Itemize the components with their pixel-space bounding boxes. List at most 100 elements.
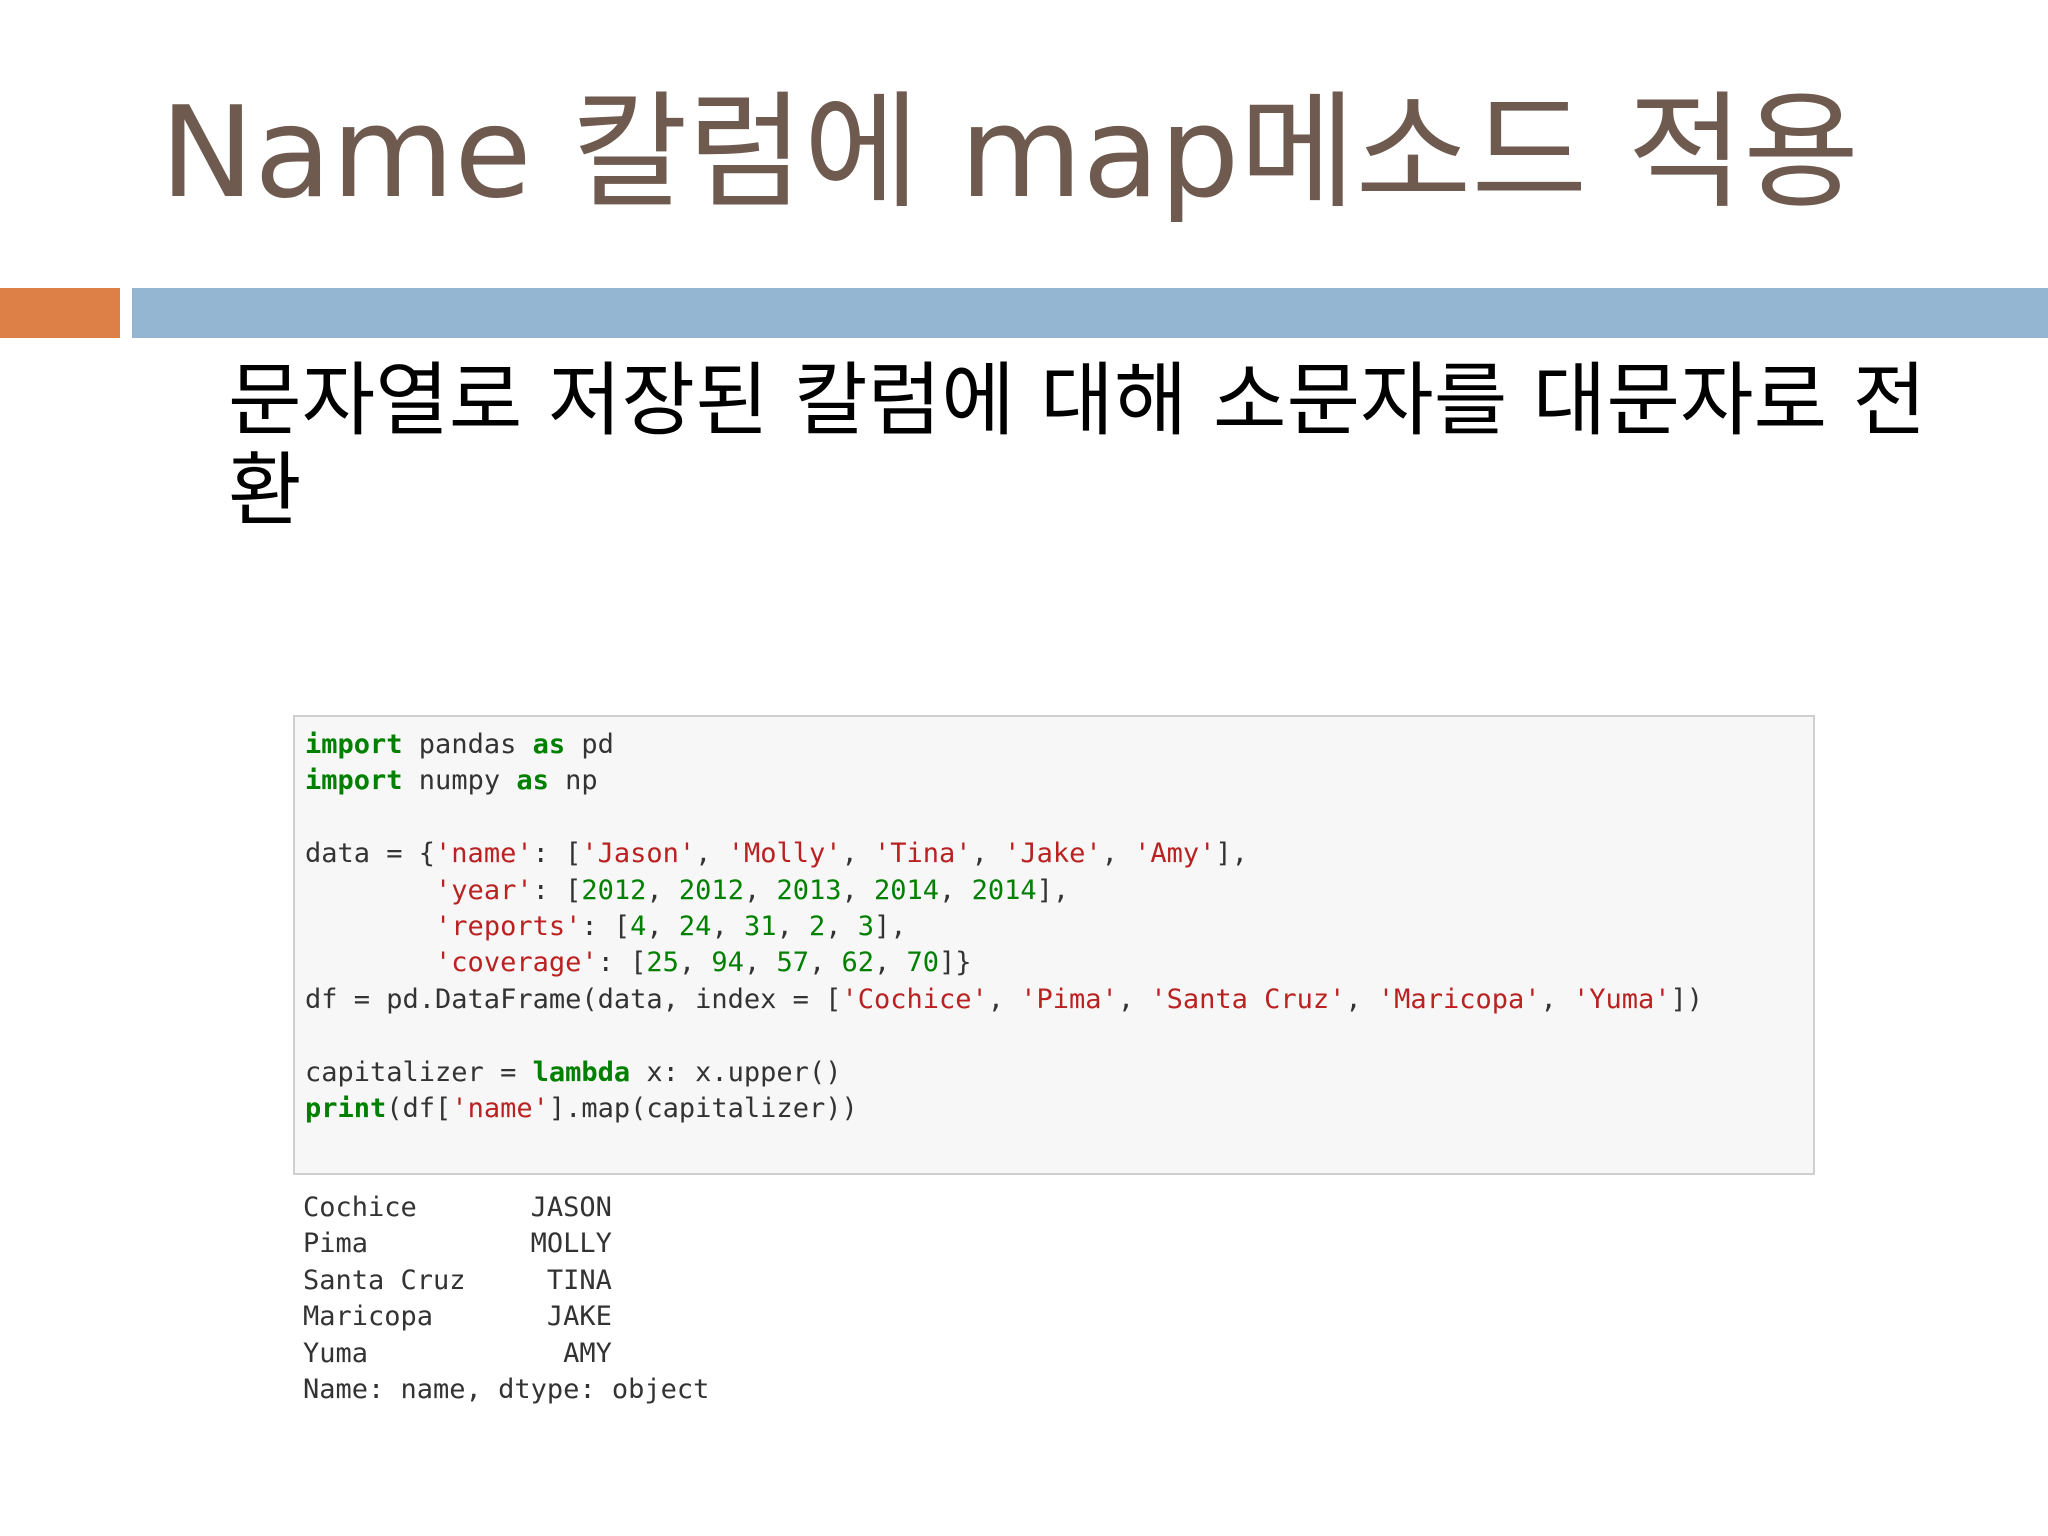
code-token: 'Tina' bbox=[874, 838, 972, 870]
accent-bar-orange bbox=[0, 288, 120, 338]
code-token: 24 bbox=[678, 911, 712, 943]
output-line: Santa Cruz TINA bbox=[303, 1264, 612, 1296]
code-token: , bbox=[646, 911, 679, 943]
code-token: pd bbox=[565, 729, 614, 760]
code-token: ].map(capitalizer)) bbox=[548, 1093, 858, 1125]
code-token: 'Santa Cruz' bbox=[1150, 983, 1346, 1015]
code-cell: import pandas as pd import numpy as np d… bbox=[293, 715, 1815, 1175]
code-token: , bbox=[711, 911, 744, 943]
output-line: Cochice JASON bbox=[303, 1192, 612, 1223]
code-token: 'year' bbox=[435, 874, 533, 906]
code-token: : [ bbox=[581, 911, 631, 943]
code-token: capitalizer = bbox=[305, 1056, 533, 1088]
code-token: , bbox=[987, 983, 1021, 1015]
code-token: , bbox=[874, 947, 907, 979]
code-token: 2014 bbox=[971, 874, 1037, 906]
code-token: : [ bbox=[597, 947, 647, 979]
code-token: , bbox=[1117, 983, 1151, 1015]
code-token: 2014 bbox=[874, 874, 940, 906]
code-token: 31 bbox=[743, 911, 777, 943]
code-token: 25 bbox=[646, 947, 679, 979]
code-token: : [ bbox=[532, 874, 582, 906]
code-token: (df[ bbox=[386, 1093, 452, 1125]
code-token: 2013 bbox=[776, 874, 842, 906]
code-token: 2012 bbox=[581, 874, 647, 906]
code-token: data = { bbox=[305, 838, 436, 870]
code-token: 'Molly' bbox=[727, 838, 842, 870]
code-token: 2012 bbox=[678, 874, 744, 906]
code-token: ]} bbox=[939, 947, 972, 979]
code-token: , bbox=[1345, 983, 1378, 1015]
code-token: 'coverage' bbox=[435, 947, 598, 979]
code-line: 'year': [2012, 2012, 2013, 2014, 2014], bbox=[305, 875, 1069, 906]
code-token: , bbox=[678, 947, 712, 979]
code-token: pandas bbox=[402, 729, 533, 760]
output-line: Yuma AMY bbox=[303, 1337, 612, 1369]
output-line: Maricopa JAKE bbox=[303, 1301, 612, 1333]
code-token: 'Cochice' bbox=[841, 983, 988, 1015]
code-token: 'Pima' bbox=[1020, 983, 1118, 1015]
code-line: import numpy as np bbox=[305, 765, 598, 796]
code-token: numpy bbox=[402, 765, 517, 797]
output-line: Pima MOLLY bbox=[303, 1228, 612, 1260]
code-token: np bbox=[548, 765, 598, 797]
code-token: import bbox=[305, 765, 403, 797]
code-token: 3 bbox=[857, 911, 875, 943]
code-token: lambda bbox=[532, 1056, 631, 1088]
code-token: , bbox=[776, 911, 809, 943]
code-token: , bbox=[1101, 838, 1135, 870]
slide-title: Name 칼럼에 map메소드 적용 bbox=[160, 79, 1860, 226]
code-token: ], bbox=[874, 911, 907, 943]
code-line: import pandas as pd bbox=[305, 729, 614, 760]
code-token: as bbox=[516, 765, 549, 797]
code-token: , bbox=[743, 874, 777, 906]
code-line: 'reports': [4, 24, 31, 2, 3], bbox=[305, 911, 907, 942]
code-token: x: x.upper() bbox=[630, 1056, 842, 1088]
code-line: data = {'name': ['Jason', 'Molly', 'Tina… bbox=[305, 838, 1248, 869]
code-token: , bbox=[939, 874, 972, 906]
code-token: , bbox=[646, 874, 679, 906]
code-token: 'Yuma' bbox=[1573, 983, 1671, 1015]
code-token: df = pd.DataFrame(data, index = [ bbox=[305, 983, 842, 1015]
code-token: ], bbox=[1215, 838, 1248, 870]
code-token: import bbox=[305, 729, 403, 760]
output-block: Cochice JASON Pima MOLLY Santa Cruz TINA… bbox=[303, 1190, 709, 1408]
code-token: , bbox=[841, 838, 874, 870]
code-line: df = pd.DataFrame(data, index = ['Cochic… bbox=[305, 984, 1703, 1015]
code-token: 62 bbox=[841, 947, 874, 979]
accent-bar-blue bbox=[132, 288, 2048, 338]
code-line: 'coverage': [25, 94, 57, 62, 70]} bbox=[305, 947, 972, 978]
code-block: import pandas as pd import numpy as np d… bbox=[305, 727, 1703, 1127]
code-token: , bbox=[841, 874, 875, 906]
code-token: 2 bbox=[808, 911, 826, 943]
code-token: print bbox=[305, 1093, 387, 1125]
code-token: 'name' bbox=[451, 1093, 549, 1125]
code-token: 'Maricopa' bbox=[1377, 983, 1541, 1015]
code-line: capitalizer = lambda x: x.upper() bbox=[305, 1057, 841, 1088]
code-token: as bbox=[532, 729, 566, 760]
code-token: , bbox=[808, 947, 842, 979]
code-token: , bbox=[1540, 983, 1573, 1015]
code-line: print(df['name'].map(capitalizer)) bbox=[305, 1093, 858, 1124]
code-token: 'Jason' bbox=[581, 838, 696, 870]
code-token: , bbox=[743, 947, 777, 979]
code-token: , bbox=[695, 838, 728, 870]
code-token: 4 bbox=[630, 911, 647, 943]
code-token: 70 bbox=[906, 947, 940, 979]
code-token: 57 bbox=[776, 947, 809, 979]
code-token: ], bbox=[1036, 874, 1070, 906]
bullet-text: 문자열로 저장된 칼럼에 대해 소문자를 대문자로 전환 bbox=[228, 354, 1927, 537]
code-token: , bbox=[825, 911, 858, 943]
code-token: 94 bbox=[711, 947, 744, 979]
output-line: Name: name, dtype: object bbox=[303, 1374, 710, 1406]
code-token: 'reports' bbox=[435, 911, 582, 943]
code-token: , bbox=[971, 838, 1005, 870]
code-token: : [ bbox=[532, 838, 582, 870]
code-token: 'name' bbox=[435, 838, 533, 870]
code-token: 'Amy' bbox=[1134, 838, 1216, 870]
code-token: 'Jake' bbox=[1004, 838, 1102, 870]
code-token: ]) bbox=[1670, 983, 1704, 1015]
